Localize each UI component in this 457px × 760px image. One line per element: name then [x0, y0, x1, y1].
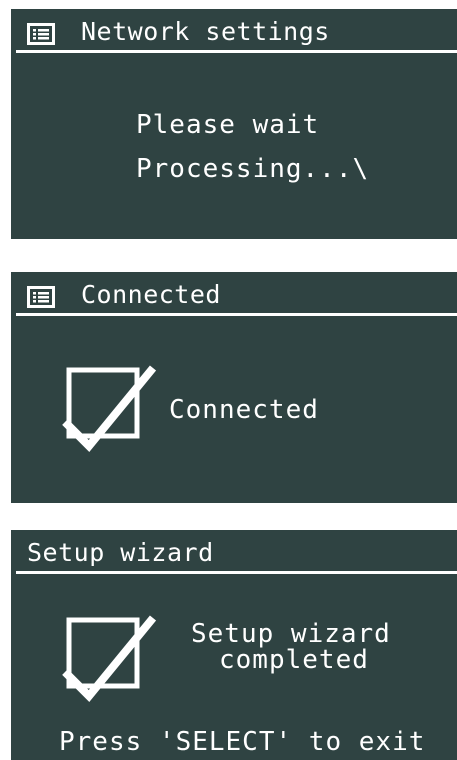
status-message: Connected: [169, 395, 319, 425]
processing-message: Processing...\: [136, 154, 370, 184]
title-bar: Setup wizard: [11, 530, 457, 574]
connected-screen: Connected Connected: [11, 272, 457, 503]
completion-message-line-2: completed: [219, 645, 369, 675]
screen-title: Network settings: [81, 17, 330, 46]
menu-list-icon: [27, 286, 55, 308]
title-divider: [16, 313, 457, 316]
setup-wizard-screen: Setup wizard Setup wizard completed Pres…: [11, 530, 457, 760]
checkbox-tick-icon: [62, 615, 157, 702]
title-divider: [16, 50, 457, 53]
title-bar: Connected: [11, 272, 457, 316]
title-divider: [16, 571, 457, 574]
menu-list-icon: [27, 23, 55, 45]
wait-message: Please wait: [136, 110, 320, 140]
network-settings-screen: Network settings Please wait Processing.…: [11, 9, 457, 239]
screen-title: Connected: [81, 280, 221, 309]
title-bar: Network settings: [11, 9, 457, 53]
checkbox-tick-icon: [62, 365, 157, 452]
exit-instruction: Press 'SELECT' to exit: [59, 727, 426, 757]
screen-title: Setup wizard: [27, 538, 214, 567]
